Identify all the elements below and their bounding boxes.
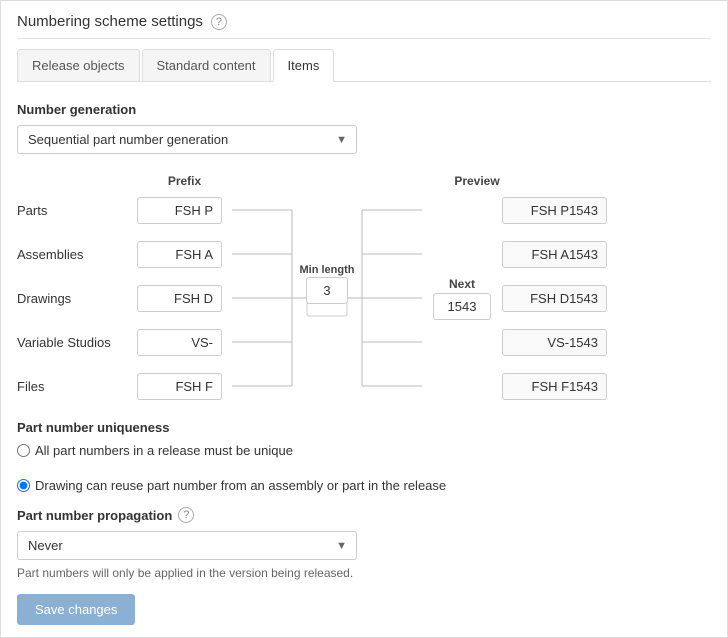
schema-section: Prefix Preview Parts Assemblies Drawings… xyxy=(17,174,711,404)
tab-items[interactable]: Items xyxy=(273,49,335,82)
next-col: Next xyxy=(422,192,502,404)
radio-all-unique[interactable]: All part numbers in a release must be un… xyxy=(17,443,293,458)
prefix-row-files xyxy=(137,368,232,404)
prefix-header: Prefix xyxy=(137,174,232,188)
prefix-row-assemblies xyxy=(137,236,232,272)
min-length-label: Min length xyxy=(300,264,355,276)
prefix-row-drawings xyxy=(137,280,232,316)
preview-col xyxy=(502,192,612,404)
prefix-input-assemblies[interactable] xyxy=(137,241,222,268)
next-label: Next xyxy=(449,277,475,291)
propagation-hint: Part numbers will only be applied in the… xyxy=(17,566,711,580)
min-length-input[interactable] xyxy=(306,277,348,304)
row-label-assemblies: Assemblies xyxy=(17,236,137,272)
propagation-label-row: Part number propagation ? xyxy=(17,507,711,523)
schema-rows: Parts Assemblies Drawings Variable Studi… xyxy=(17,192,711,404)
preview-row-drawings xyxy=(502,280,612,316)
preview-files xyxy=(502,373,607,400)
propagation-section: Part number propagation ? Never ▼ Part n… xyxy=(17,507,711,580)
tabs-bar: Release objects Standard content Items xyxy=(17,49,711,82)
page-title: Numbering scheme settings xyxy=(17,13,203,30)
preview-parts xyxy=(502,197,607,224)
propagation-help-icon[interactable]: ? xyxy=(178,507,194,523)
row-label-files: Files xyxy=(17,368,137,404)
radio-group: All part numbers in a release must be un… xyxy=(17,443,711,493)
preview-assemblies xyxy=(502,241,607,268)
preview-header: Preview xyxy=(422,174,532,188)
tab-standard-content[interactable]: Standard content xyxy=(142,49,271,81)
radio-drawing-reuse[interactable]: Drawing can reuse part number from an as… xyxy=(17,478,446,493)
connector-middle: Min length xyxy=(232,192,422,404)
save-button[interactable]: Save changes xyxy=(17,594,135,625)
radio-drawing-reuse-input[interactable] xyxy=(17,479,30,492)
row-labels-col: Parts Assemblies Drawings Variable Studi… xyxy=(17,192,137,404)
page-container: Numbering scheme settings ? Release obje… xyxy=(0,0,728,638)
prefix-input-files[interactable] xyxy=(137,373,222,400)
prefix-row-parts xyxy=(137,192,232,228)
preview-row-variable-studios xyxy=(502,324,612,360)
preview-row-files xyxy=(502,368,612,404)
next-input[interactable] xyxy=(433,293,491,320)
uniqueness-label: Part number uniqueness xyxy=(17,420,711,435)
propagation-dropdown-wrapper: Never ▼ xyxy=(17,531,357,560)
number-generation-dropdown-wrapper: Sequential part number generation ▼ xyxy=(17,125,357,154)
tab-release-objects[interactable]: Release objects xyxy=(17,49,140,81)
propagation-select[interactable]: Never xyxy=(17,531,357,560)
min-length-control: Min length xyxy=(292,264,362,304)
page-help-icon[interactable]: ? xyxy=(211,14,227,30)
preview-variable-studios xyxy=(502,329,607,356)
prefix-input-drawings[interactable] xyxy=(137,285,222,312)
row-label-parts: Parts xyxy=(17,192,137,228)
prefix-input-variable-studios[interactable] xyxy=(137,329,222,356)
row-label-drawings: Drawings xyxy=(17,280,137,316)
page-header: Numbering scheme settings ? xyxy=(17,13,711,39)
prefix-row-variable-studios xyxy=(137,324,232,360)
preview-row-parts xyxy=(502,192,612,228)
preview-row-assemblies xyxy=(502,236,612,272)
prefix-col xyxy=(137,192,232,404)
row-label-variable-studios: Variable Studios xyxy=(17,324,137,360)
number-generation-section: Number generation Sequential part number… xyxy=(17,102,711,154)
preview-drawings xyxy=(502,285,607,312)
prefix-input-parts[interactable] xyxy=(137,197,222,224)
propagation-label: Part number propagation xyxy=(17,508,172,523)
number-generation-label: Number generation xyxy=(17,102,711,117)
number-generation-select[interactable]: Sequential part number generation xyxy=(17,125,357,154)
uniqueness-section: Part number uniqueness All part numbers … xyxy=(17,420,711,493)
radio-all-unique-input[interactable] xyxy=(17,444,30,457)
